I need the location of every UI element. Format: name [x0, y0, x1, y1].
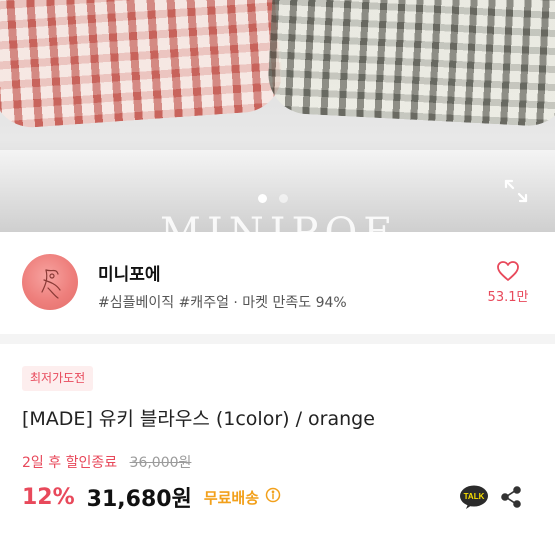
kakao-talk-icon[interactable]: TALK: [459, 485, 489, 509]
svg-text:TALK: TALK: [464, 492, 485, 501]
seller-name[interactable]: 미니포에: [98, 260, 161, 285]
like-button[interactable]: 53.1만: [486, 260, 530, 305]
expand-icon[interactable]: [503, 178, 529, 204]
image-watermark: MINIPOE: [160, 210, 398, 232]
section-divider: [0, 334, 555, 344]
product-title: [MADE] 유키 블라우스 (1color) / orange: [22, 408, 375, 430]
gray-check-skirt-image: [266, 0, 555, 128]
sale-info: 2일 후 할인종료 36,000원: [22, 452, 191, 472]
seller-row[interactable]: 미니포에 #심플베이직 #캐주얼 · 마켓 만족도 94% 53.1만: [0, 232, 555, 332]
sale-end-text: 2일 후 할인종료: [22, 455, 118, 471]
product-image-carousel[interactable]: MINIPOE: [0, 0, 555, 232]
price-row: 12% 31,680원 무료배송: [22, 481, 281, 513]
lowest-price-badge: 최저가도전: [22, 366, 94, 391]
sale-price: 31,680원: [86, 487, 192, 512]
carousel-dot-active[interactable]: [258, 194, 267, 203]
carousel-dot[interactable]: [279, 194, 288, 203]
discount-rate: 12%: [22, 484, 75, 510]
seller-avatar[interactable]: [22, 254, 78, 310]
heart-outline-icon: [497, 261, 519, 281]
share-icon[interactable]: [499, 485, 523, 509]
red-check-skirt-image: [0, 0, 285, 130]
free-shipping-label: 무료배송: [203, 488, 260, 507]
carousel-indicator: [258, 194, 288, 203]
seller-tags: #심플베이직 #캐주얼 · 마켓 만족도 94%: [98, 295, 347, 311]
original-price: 36,000원: [129, 455, 192, 471]
info-circle-icon[interactable]: [265, 487, 281, 507]
like-count: 53.1만: [487, 290, 529, 305]
